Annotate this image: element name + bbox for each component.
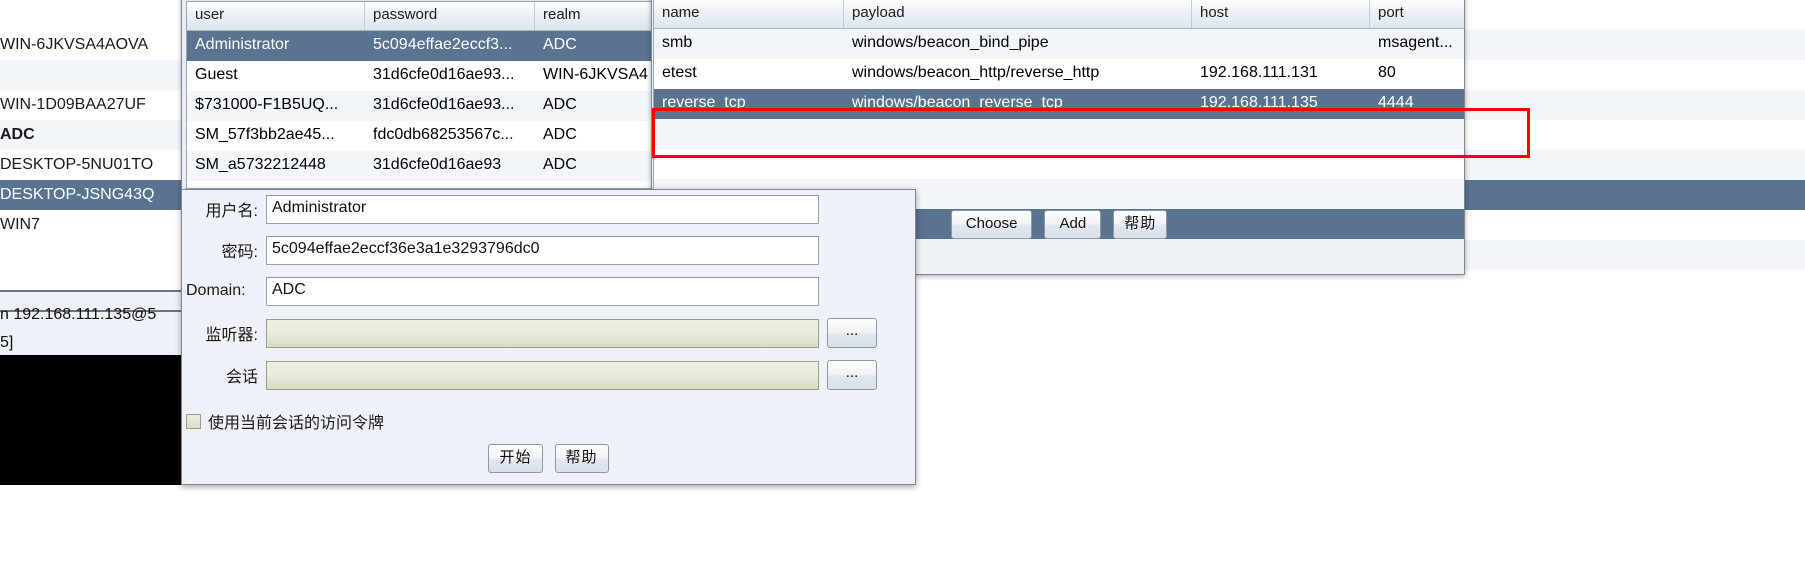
credentials-table[interactable]: user password realm Administrator 5c094e… [186,1,657,189]
password-field[interactable]: 5c094effae2eccf36e3a1e3293796dc0 [266,235,819,265]
cell-user: Administrator [195,36,290,53]
cell-port: 80 [1378,64,1396,81]
cell-user: $731000-F1B5UQ... [195,96,339,113]
table-row-empty[interactable] [654,119,1464,149]
cell-user: SM_57f3bb2ae45... [195,126,335,143]
psexec-help-button[interactable]: 帮助 [554,444,609,473]
cell-name: reverse_tcp [662,94,746,111]
column-header-user[interactable]: user [187,2,365,30]
table-row[interactable]: SM_57f3bb2ae45... fdc0db68253567c... ADC [187,121,656,151]
listener-browse-button[interactable]: ... [827,318,877,348]
cell-host: 192.168.111.135 [1200,94,1318,111]
table-row[interactable]: etest windows/beacon_http/reverse_http 1… [654,59,1464,89]
start-button[interactable]: 开始 [488,444,543,473]
listener-label: 监听器: [205,327,258,344]
cell-name: smb [662,34,693,51]
host-list[interactable]: WIN-6JKVSA4AOVA WIN-1D09BAA27UF ADC DESK… [0,0,181,290]
column-header-payload[interactable]: payload [844,0,1192,28]
list-item[interactable]: WIN7 [0,210,181,240]
session-row: 会话 [186,360,916,390]
credentials-window: user password realm Administrator 5c094e… [181,0,660,190]
column-header-name[interactable]: name [654,0,844,28]
cell-password: 31d6cfe0d16ae93 [373,156,502,173]
listener-row: 监听器: [186,318,916,348]
console-line: 5] [0,334,14,351]
use-token-checkbox-row[interactable]: 使用当前会话的访问令牌 [186,409,384,433]
list-item-selected[interactable]: DESKTOP-JSNG43Q [0,180,181,210]
cell-password: 31d6cfe0d16ae93... [373,66,515,83]
cell-user: Guest [195,66,238,83]
cell-user: SM_a5732212448 [195,156,326,173]
use-token-checkbox[interactable] [186,413,201,429]
cell-password: 5c094effae2eccf3... [373,36,513,53]
table-row-selected[interactable]: reverse_tcp windows/beacon_reverse_tcp 1… [654,89,1464,119]
cell-host: 192.168.111.131 [1200,64,1318,81]
table-row[interactable]: SM_a5732212448 31d6cfe0d16ae93 ADC [187,151,656,181]
table-row[interactable]: smb windows/beacon_bind_pipe msagent... [654,29,1464,59]
table-row-empty[interactable] [654,149,1464,179]
domain-row: Domain: ADC [186,276,916,306]
listener-field[interactable] [266,318,819,348]
table-header-row: name payload host port [654,0,1464,29]
session-label: 会话 [225,369,258,386]
cell-realm: ADC [543,36,577,53]
password-label: 密码: [221,244,258,261]
password-row: 密码: 5c094effae2eccf36e3a1e3293796dc0 [186,235,916,265]
table-row[interactable]: Guest 31d6cfe0d16ae93... WIN-6JKVSA4 [187,61,656,91]
table-row[interactable]: Administrator 5c094effae2eccf3... ADC [187,31,656,61]
cell-name: etest [662,64,697,81]
session-field[interactable] [266,360,819,390]
column-header-port[interactable]: port [1370,0,1464,28]
use-token-label: 使用当前会话的访问令牌 [208,415,385,432]
cell-port: 4444 [1378,94,1414,111]
cell-realm: ADC [543,126,577,143]
list-item[interactable] [0,60,181,90]
list-item[interactable]: ADC [0,120,181,150]
list-item[interactable] [0,0,181,30]
choose-button[interactable]: Choose [950,210,1033,239]
credentials-table-body: Administrator 5c094effae2eccf3... ADC Gu… [187,31,656,181]
background-black-strip [0,355,181,485]
username-field[interactable]: Administrator [266,194,819,224]
list-item[interactable]: WIN-6JKVSA4AOVA [0,30,181,60]
cell-realm: WIN-6JKVSA4 [543,66,648,83]
console-line: n 192.168.111.135@5 [0,306,157,323]
cell-host [1192,29,1370,59]
cell-payload: windows/beacon_http/reverse_http [852,64,1100,81]
cell-password: 31d6cfe0d16ae93... [373,96,515,113]
help-button[interactable]: 帮助 [1113,210,1168,239]
column-header-password[interactable]: password [365,2,535,30]
column-header-realm[interactable]: realm [535,2,656,30]
cell-payload: windows/beacon_reverse_tcp [852,94,1063,111]
table-header-row: user password realm [187,2,656,31]
column-header-host[interactable]: host [1192,0,1370,28]
domain-label: Domain: [186,282,246,299]
listener-table[interactable]: name payload host port smb windows/beaco… [653,0,1464,239]
psexec-button-bar: 开始 帮助 [181,444,916,473]
add-button[interactable]: Add [1044,210,1102,239]
cell-payload: windows/beacon_bind_pipe [852,34,1049,51]
cell-realm: ADC [543,156,577,173]
table-row[interactable]: $731000-F1B5UQ... 31d6cfe0d16ae93... ADC [187,91,656,121]
session-browse-button[interactable]: ... [827,360,877,390]
list-item[interactable]: WIN-1D09BAA27UF [0,90,181,120]
username-row: 用户名: Administrator [186,194,916,224]
cell-password: fdc0db68253567c... [373,126,514,143]
cell-realm: ADC [543,96,577,113]
list-item[interactable]: DESKTOP-5NU01TO [0,150,181,180]
domain-field[interactable]: ADC [266,276,819,306]
username-label: 用户名: [205,203,258,220]
cell-port: msagent... [1378,34,1453,51]
